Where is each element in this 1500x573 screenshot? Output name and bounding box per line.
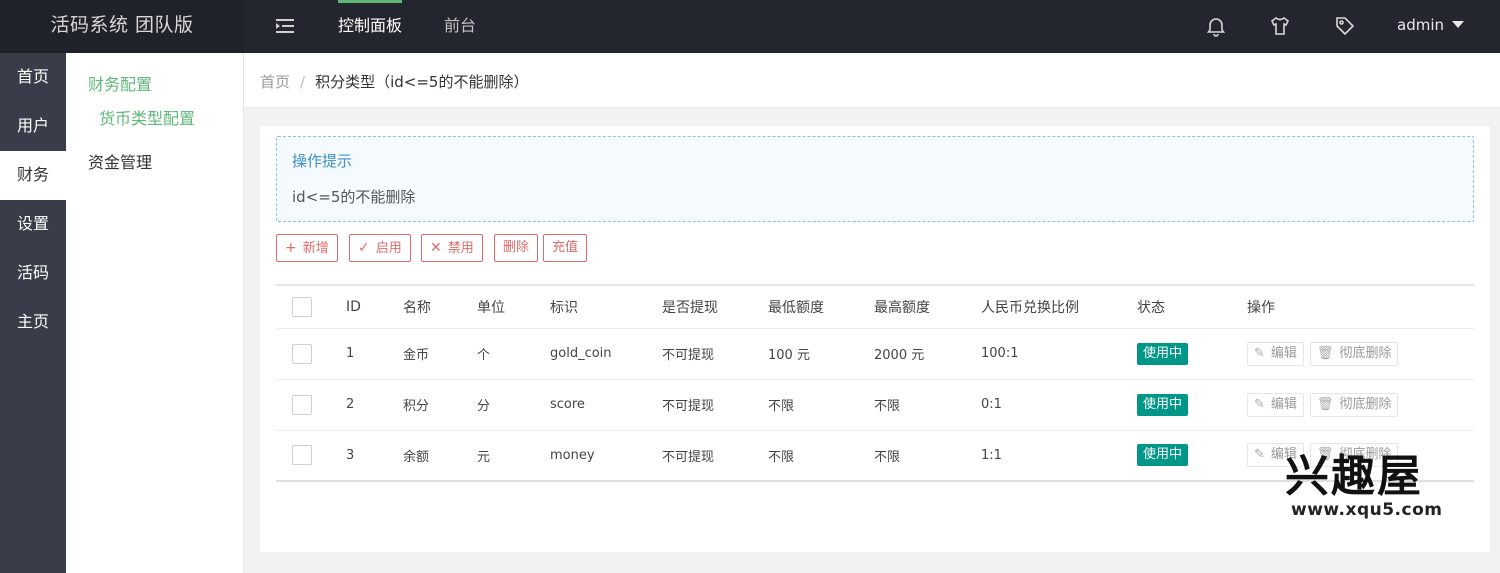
cell-min: 100 元 <box>752 327 858 379</box>
sidebar-item-settings[interactable]: 设置 <box>0 200 66 249</box>
user-name: admin <box>1397 16 1444 34</box>
tip-box: 操作提示 id<=5的不能删除 <box>276 136 1474 222</box>
cell-min: 不限 <box>752 429 858 481</box>
cell-key: gold_coin <box>534 327 646 379</box>
sidebar-item-home[interactable]: 首页 <box>0 53 66 102</box>
breadcrumb-home[interactable]: 首页 <box>260 73 290 91</box>
cell-id: 2 <box>330 378 387 430</box>
cell-id: 3 <box>330 429 387 481</box>
add-button[interactable]: + 新增 <box>276 234 338 262</box>
recharge-button[interactable]: 充值 <box>543 234 588 262</box>
sidebar-item-finance[interactable]: 财务 <box>0 151 66 200</box>
pencil-icon: ✎ <box>1254 345 1265 361</box>
cell-ratio: 0:1 <box>965 378 1121 430</box>
cell-key: money <box>534 429 646 481</box>
close-icon: ✕ <box>430 240 442 256</box>
cell-key: score <box>534 378 646 430</box>
subnav-finance-config[interactable]: 财务配置 <box>88 71 152 95</box>
topnav-frontend[interactable]: 前台 <box>444 0 476 53</box>
row-checkbox[interactable] <box>292 445 312 466</box>
col-header-status: 状态 <box>1137 299 1165 316</box>
enable-button[interactable]: ✓ 启用 <box>349 234 411 262</box>
cell-ratio: 1:1 <box>965 429 1121 481</box>
bell-icon[interactable] <box>1204 14 1228 38</box>
user-menu[interactable]: admin <box>1397 0 1464 53</box>
status-badge[interactable]: 使用中 <box>1137 393 1189 416</box>
cell-min: 不限 <box>752 378 858 430</box>
trash-icon: 🗑 <box>1316 345 1334 361</box>
table-row: 2 积分 分 score 不可提现 不限 不限 0:1 使用中 ✎ 编辑 🗑 彻底删除 <box>276 378 1474 430</box>
status-badge[interactable]: 使用中 <box>1137 342 1189 365</box>
breadcrumb-bar: 首页 / 积分类型（id<=5的不能删除） <box>244 53 1500 108</box>
cell-withdraw: 不可提现 <box>646 327 752 379</box>
caret-down-icon <box>1452 21 1464 28</box>
primary-sidebar: 首页 用户 财务 设置 活码 主页 <box>0 53 66 573</box>
cell-name: 余额 <box>387 429 461 481</box>
check-icon: ✓ <box>358 240 370 256</box>
subnav-currency-type-config[interactable]: 货币类型配置 <box>99 105 195 129</box>
cell-id: 1 <box>330 327 387 379</box>
cell-ratio: 100:1 <box>965 327 1121 379</box>
purge-button[interactable]: 🗑 彻底删除 <box>1309 392 1399 417</box>
table-header-row: ID 名称 单位 标识 是否提现 最低额度 最高额度 人民币兑换比例 状态 操作 <box>276 285 1474 328</box>
theme-shirt-icon[interactable] <box>1268 14 1292 38</box>
cell-withdraw: 不可提现 <box>646 378 752 430</box>
cell-unit: 元 <box>461 429 534 481</box>
watermark-logo: 兴趣屋 www.xqu5.com <box>1285 451 1443 521</box>
cell-name: 金币 <box>387 327 461 379</box>
cell-max: 2000 元 <box>858 327 965 379</box>
cell-withdraw: 不可提现 <box>646 429 752 481</box>
col-header-actions: 操作 <box>1247 299 1275 316</box>
edit-button[interactable]: ✎ 编辑 <box>1247 341 1304 366</box>
tag-icon[interactable] <box>1333 14 1357 38</box>
col-header-max: 最高额度 <box>874 299 930 316</box>
col-header-name: 名称 <box>403 299 431 316</box>
watermark-url: www.xqu5.com <box>1291 500 1443 520</box>
col-header-unit: 单位 <box>477 299 505 316</box>
col-header-ratio: 人民币兑换比例 <box>981 299 1079 316</box>
plus-icon: + <box>285 240 297 256</box>
status-badge[interactable]: 使用中 <box>1137 444 1189 467</box>
col-header-id: ID <box>346 298 361 315</box>
row-checkbox[interactable] <box>292 343 312 364</box>
disable-button[interactable]: ✕ 禁用 <box>421 234 483 262</box>
select-all-checkbox[interactable] <box>292 296 312 317</box>
tip-title: 操作提示 <box>292 152 353 170</box>
watermark-title: 兴趣屋 <box>1285 451 1423 502</box>
breadcrumb: 首页 / 积分类型（id<=5的不能删除） <box>260 71 528 92</box>
row-checkbox[interactable] <box>292 394 312 415</box>
menu-toggle-icon[interactable] <box>272 14 298 38</box>
trash-icon: 🗑 <box>1316 396 1334 412</box>
edit-button[interactable]: ✎ 编辑 <box>1247 392 1304 417</box>
app-logo-title: 活码系统 团队版 <box>0 0 244 53</box>
subnav-fund-management[interactable]: 资金管理 <box>88 149 152 173</box>
cell-unit: 个 <box>461 327 534 379</box>
pencil-icon: ✎ <box>1254 447 1265 463</box>
cell-max: 不限 <box>858 378 965 430</box>
cell-name: 积分 <box>387 378 461 430</box>
top-header: 活码系统 团队版 控制面板 前台 admin <box>0 0 1500 53</box>
sidebar-item-livecode[interactable]: 活码 <box>0 249 66 298</box>
col-header-withdraw: 是否提现 <box>662 299 718 316</box>
topnav-control-panel[interactable]: 控制面板 <box>338 0 403 53</box>
breadcrumb-current: 积分类型（id<=5的不能删除） <box>315 73 529 91</box>
pencil-icon: ✎ <box>1254 396 1265 412</box>
breadcrumb-separator: / <box>300 73 306 91</box>
col-header-key: 标识 <box>550 299 578 316</box>
cell-unit: 分 <box>461 378 534 430</box>
secondary-sidebar: 财务配置 货币类型配置 资金管理 <box>66 53 244 573</box>
col-header-min: 最低额度 <box>768 299 824 316</box>
sidebar-item-homepage[interactable]: 主页 <box>0 298 66 347</box>
sidebar-item-users[interactable]: 用户 <box>0 102 66 151</box>
tip-text: id<=5的不能删除 <box>292 188 416 206</box>
delete-button[interactable]: 删除 <box>494 234 539 262</box>
purge-button[interactable]: 🗑 彻底删除 <box>1309 341 1399 366</box>
table-row: 1 金币 个 gold_coin 不可提现 100 元 2000 元 100:1… <box>276 327 1474 379</box>
cell-max: 不限 <box>858 429 965 481</box>
